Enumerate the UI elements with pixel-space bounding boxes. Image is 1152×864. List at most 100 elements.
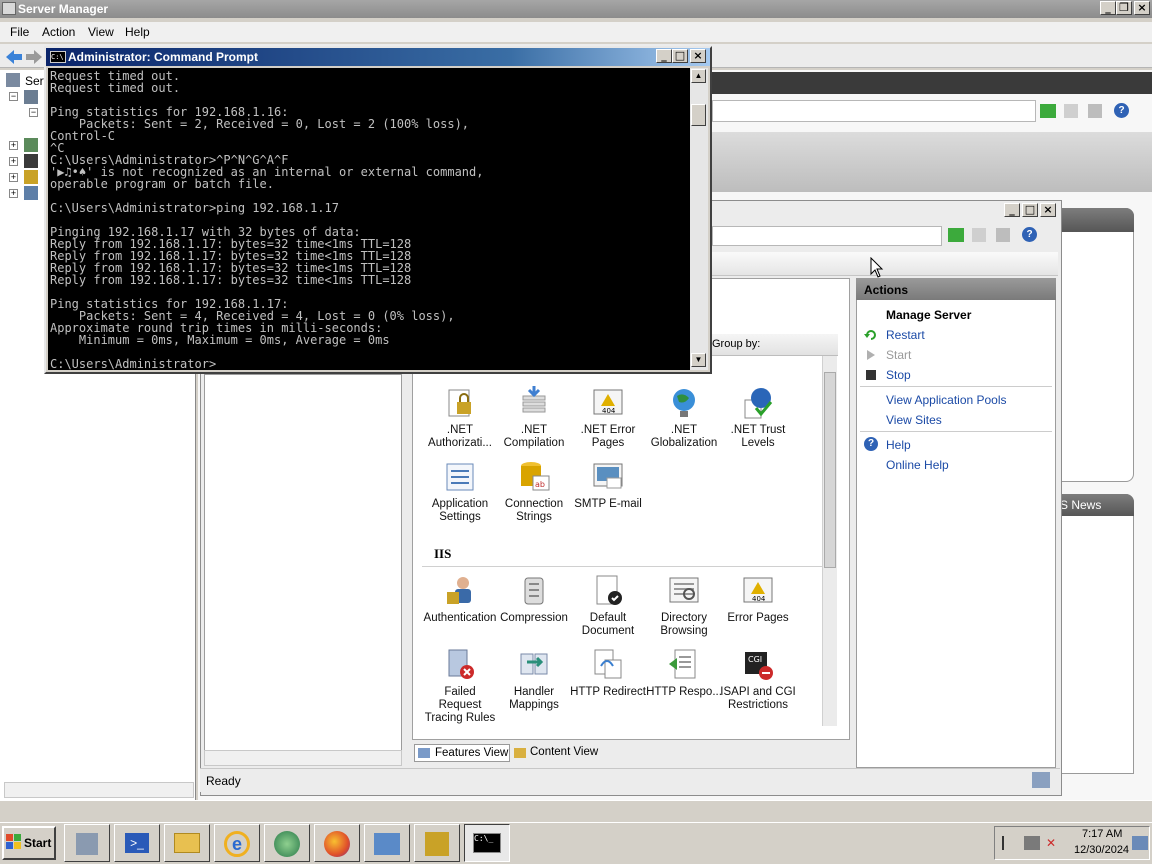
menu-help[interactable]: Help bbox=[125, 25, 150, 39]
stop-link[interactable]: Stop bbox=[886, 368, 911, 382]
tree-expand-icon-storage[interactable]: + bbox=[9, 189, 18, 198]
feature-net-trust-levels[interactable]: .NET Trust Levels bbox=[720, 386, 796, 450]
taskbar-browser-globe[interactable] bbox=[264, 824, 310, 862]
tree-expand-icon-configuration[interactable]: + bbox=[9, 173, 18, 182]
clock-date[interactable]: 12/30/2024 bbox=[1074, 844, 1129, 856]
show-desktop-icon[interactable] bbox=[1132, 836, 1148, 850]
taskbar-iis-manager[interactable] bbox=[414, 824, 460, 862]
application-settings-icon bbox=[443, 460, 477, 494]
feature-directory-browsing[interactable]: Directory Browsing bbox=[646, 574, 722, 638]
minimize-button[interactable]: _ bbox=[1100, 1, 1116, 15]
start-icon bbox=[867, 350, 875, 360]
feature-application-settings[interactable]: Application Settings bbox=[422, 460, 498, 524]
feature-net-compilation[interactable]: .NET Compilation bbox=[496, 386, 572, 450]
feature-net-authorization[interactable]: .NET Authorizati... bbox=[422, 386, 498, 450]
help-icon[interactable]: ? bbox=[1114, 103, 1129, 118]
iis-help-icon[interactable]: ? bbox=[1022, 227, 1037, 242]
clock-time[interactable]: 7:17 AM bbox=[1082, 828, 1122, 840]
cmd-scroll-down[interactable]: ▼ bbox=[691, 353, 706, 367]
help-link[interactable]: Help bbox=[886, 438, 911, 452]
taskbar-firefox[interactable] bbox=[314, 824, 360, 862]
feature-label: Default Document bbox=[581, 612, 635, 637]
feature-http-response-headers[interactable]: HTTP Respo... bbox=[646, 648, 722, 699]
feature-isapi-cgi-restrictions[interactable]: CGI ISAPI and CGI Restrictions bbox=[720, 648, 796, 712]
feature-net-error-pages[interactable]: 404 .NET Error Pages bbox=[570, 386, 646, 450]
view-application-pools-link[interactable]: View Application Pools bbox=[886, 393, 1007, 407]
feature-default-document[interactable]: Default Document bbox=[570, 574, 646, 638]
globe-icon bbox=[274, 831, 300, 857]
command-prompt-icon: C:\_ bbox=[473, 833, 501, 853]
iis-stop-icon[interactable] bbox=[972, 228, 986, 242]
taskbar-server-manager[interactable] bbox=[64, 824, 110, 862]
restart-link[interactable]: Restart bbox=[886, 328, 925, 342]
cmd-close-button[interactable]: × bbox=[690, 49, 706, 63]
feature-error-pages[interactable]: 404 Error Pages bbox=[720, 574, 796, 625]
feature-label: .NET Authorizati... bbox=[428, 424, 492, 449]
taskbar-powershell[interactable]: >_ bbox=[114, 824, 160, 862]
feature-connection-strings[interactable]: ab Connection Strings bbox=[496, 460, 572, 524]
tree-expand-icon-diagnostics[interactable]: + bbox=[9, 157, 18, 166]
actions-divider bbox=[860, 386, 1052, 387]
feature-net-globalization[interactable]: .NET Globalization bbox=[646, 386, 722, 450]
features-view-icon bbox=[418, 748, 430, 758]
cmd-maximize-button[interactable]: □ bbox=[672, 49, 688, 63]
tree-horizontal-scrollbar[interactable] bbox=[4, 782, 194, 798]
feature-authentication[interactable]: Authentication bbox=[422, 574, 498, 625]
close-button[interactable]: × bbox=[1134, 1, 1150, 15]
feature-failed-request-tracing[interactable]: Failed Request Tracing Rules bbox=[422, 648, 498, 725]
scroll-thumb[interactable] bbox=[824, 372, 836, 568]
iis-close-button[interactable]: × bbox=[1040, 203, 1056, 217]
iis-minimize-button[interactable]: _ bbox=[1004, 203, 1020, 217]
command-output[interactable]: Request timed out. Request timed out. Pi… bbox=[48, 68, 690, 370]
back-forward-icons[interactable] bbox=[4, 48, 44, 66]
cmd-scroll-up[interactable]: ▲ bbox=[691, 69, 706, 83]
volume-muted-icon[interactable]: ✕ bbox=[1046, 836, 1062, 850]
iis-maximize-button[interactable]: □ bbox=[1022, 203, 1038, 217]
isapi-cgi-icon: CGI bbox=[741, 648, 775, 682]
action-center-flag-icon[interactable] bbox=[1002, 836, 1016, 850]
online-help-link[interactable]: Online Help bbox=[886, 458, 949, 472]
tree-collapse-icon-2[interactable]: − bbox=[29, 108, 38, 117]
cmd-vertical-scrollbar[interactable]: ▲ ▼ bbox=[690, 68, 708, 370]
network-tray-icon[interactable] bbox=[1024, 836, 1040, 850]
cmd-minimize-button[interactable]: _ bbox=[656, 49, 672, 63]
feature-label: Compression bbox=[500, 612, 568, 624]
net-error-pages-icon: 404 bbox=[591, 386, 625, 420]
taskbar-internet-explorer[interactable]: e bbox=[214, 824, 260, 862]
connections-horizontal-scrollbar[interactable] bbox=[204, 750, 402, 766]
http-redirect-icon bbox=[591, 648, 625, 682]
go-icon[interactable] bbox=[1040, 104, 1056, 118]
start-link[interactable]: Start bbox=[886, 348, 911, 362]
menu-view[interactable]: View bbox=[88, 25, 114, 39]
tab-content-view-label: Content View bbox=[530, 746, 599, 758]
restore-button[interactable]: ❐ bbox=[1116, 1, 1132, 15]
connections-pane bbox=[204, 374, 402, 766]
menu-action[interactable]: Action bbox=[42, 25, 75, 39]
network-icon bbox=[374, 833, 400, 855]
tab-content-view[interactable]: Content View bbox=[512, 744, 608, 762]
group-by-bar[interactable]: Group by: bbox=[708, 334, 838, 356]
server-address-bar[interactable] bbox=[712, 100, 1036, 122]
roles-icon bbox=[24, 90, 38, 104]
features-vertical-scrollbar[interactable] bbox=[822, 356, 837, 726]
cmd-scroll-thumb[interactable] bbox=[691, 104, 706, 126]
tree-expand-icon-features[interactable]: + bbox=[9, 141, 18, 150]
tree-collapse-icon[interactable]: − bbox=[9, 92, 18, 101]
windows-logo-icon bbox=[6, 834, 21, 849]
taskbar-command-prompt[interactable]: C:\_ bbox=[464, 824, 510, 862]
internet-explorer-icon: e bbox=[224, 831, 250, 857]
feature-compression[interactable]: Compression bbox=[496, 574, 572, 625]
iis-go-icon[interactable] bbox=[948, 228, 964, 242]
home-icon[interactable] bbox=[1088, 104, 1102, 118]
menu-file[interactable]: File bbox=[10, 25, 29, 39]
feature-handler-mappings[interactable]: Handler Mappings bbox=[496, 648, 572, 712]
stop-icon[interactable] bbox=[1064, 104, 1078, 118]
iis-home-icon[interactable] bbox=[996, 228, 1010, 242]
taskbar-explorer[interactable] bbox=[164, 824, 210, 862]
authentication-icon bbox=[443, 574, 477, 608]
iis-address-bar[interactable] bbox=[712, 226, 942, 246]
taskbar-network[interactable] bbox=[364, 824, 410, 862]
view-sites-link[interactable]: View Sites bbox=[886, 413, 942, 427]
feature-smtp-email[interactable]: SMTP E-mail bbox=[570, 460, 646, 511]
feature-http-redirect[interactable]: HTTP Redirect bbox=[570, 648, 646, 699]
